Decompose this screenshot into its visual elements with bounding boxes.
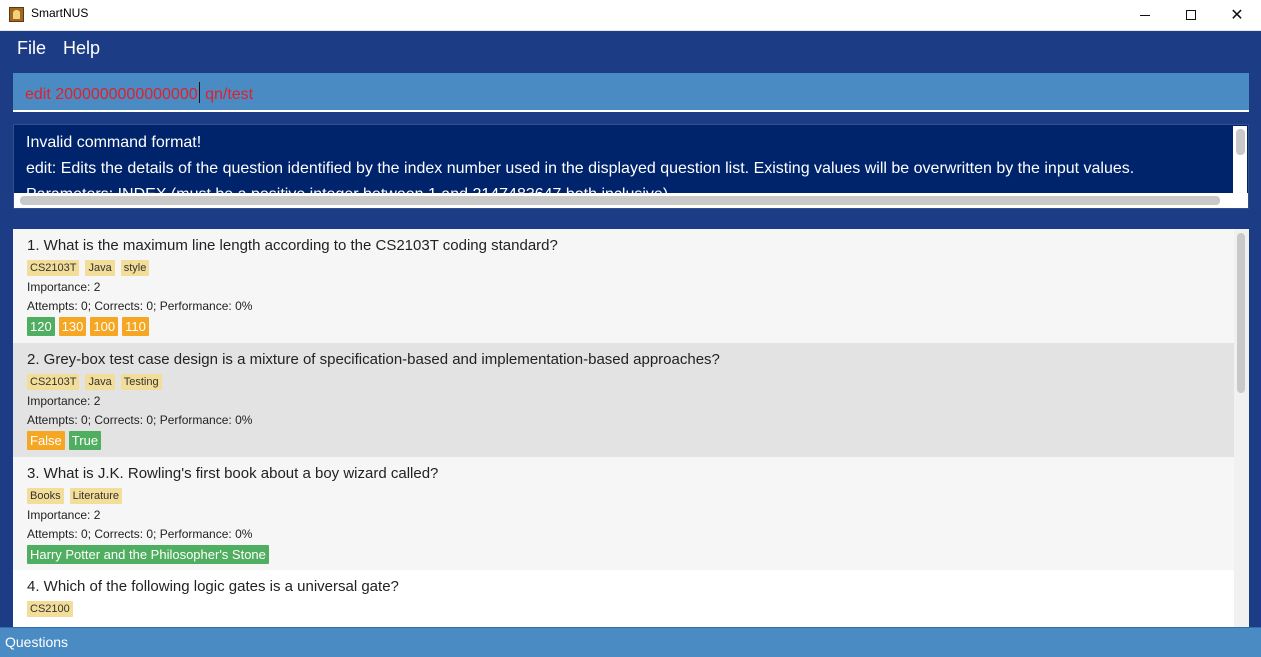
menu-help[interactable]: Help [63, 38, 100, 59]
answer-list: Harry Potter and the Philosopher's Stone [27, 545, 269, 564]
main-area: edit 2000000000000000 qn/test Invalid co… [0, 67, 1261, 627]
tag: Literature [69, 488, 123, 504]
tag: CS2103T [27, 260, 80, 276]
scrollbar-corner [1233, 193, 1248, 208]
close-button[interactable]: ✕ [1214, 0, 1260, 31]
tag-list: CS2103T Java Testing [27, 374, 162, 390]
status-label: Questions [5, 634, 69, 650]
command-text-after-caret: qn/test [200, 86, 254, 103]
question-card[interactable]: 4. Which of the following logic gates is… [13, 570, 1234, 627]
answer-wrong: 130 [58, 317, 87, 336]
result-line: Invalid command format! [26, 134, 202, 151]
tag: Java [85, 374, 115, 390]
question-card[interactable]: 3. What is J.K. Rowling's first book abo… [13, 457, 1234, 571]
status-bar: Questions [0, 627, 1261, 657]
menu-file[interactable]: File [17, 38, 46, 59]
tag: style [120, 260, 150, 276]
importance-label: Importance: 2 [27, 280, 101, 294]
tag: Books [27, 488, 64, 504]
command-input[interactable]: edit 2000000000000000 qn/test [13, 73, 1249, 112]
question-title: 3. What is J.K. Rowling's first book abo… [27, 465, 439, 482]
importance-label: Importance: 2 [27, 508, 101, 522]
answer-wrong: 110 [122, 317, 149, 336]
question-card[interactable]: 2. Grey-box test case design is a mixtur… [13, 343, 1234, 457]
result-vertical-scroll-thumb[interactable] [1236, 129, 1245, 155]
text-caret [198, 82, 200, 103]
tag: CS2103T [27, 374, 80, 390]
maximize-icon [1186, 10, 1196, 20]
minimize-icon [1140, 15, 1150, 16]
question-list: 1. What is the maximum line length accor… [13, 229, 1249, 627]
answer-wrong: False [27, 431, 65, 450]
app-icon [9, 7, 24, 22]
answer-list: 120 130 100 110 [27, 317, 149, 336]
window-titlebar: SmartNUS ✕ [0, 0, 1261, 31]
tag: Java [85, 260, 115, 276]
question-title: 1. What is the maximum line length accor… [27, 237, 558, 254]
answer-correct: Harry Potter and the Philosopher's Stone [27, 545, 269, 564]
result-line: edit: Edits the details of the question … [26, 160, 1135, 177]
tag-list: CS2100 [27, 601, 73, 617]
stats-label: Attempts: 0; Corrects: 0; Performance: 0… [27, 299, 253, 313]
question-list-scroll-thumb[interactable] [1237, 233, 1245, 393]
result-display: Invalid command format! edit: Edits the … [13, 124, 1249, 209]
tag-list: Books Literature [27, 488, 123, 504]
window-title: SmartNUS [31, 6, 89, 20]
answer-wrong: 100 [90, 317, 119, 336]
minimize-button[interactable] [1122, 0, 1168, 31]
tag-list: CS2103T Java style [27, 260, 150, 276]
command-text-before-caret: edit 2000000000000000 [25, 86, 198, 103]
maximize-button[interactable] [1168, 0, 1214, 31]
stats-label: Attempts: 0; Corrects: 0; Performance: 0… [27, 527, 253, 541]
question-card[interactable]: 1. What is the maximum line length accor… [13, 229, 1234, 343]
answer-correct: 120 [27, 317, 55, 336]
answer-correct: True [68, 431, 102, 450]
importance-label: Importance: 2 [27, 394, 101, 408]
command-text: edit 2000000000000000 qn/test [25, 82, 253, 104]
close-icon: ✕ [1230, 5, 1244, 24]
question-title: 2. Grey-box test case design is a mixtur… [27, 351, 720, 368]
question-title: 4. Which of the following logic gates is… [27, 578, 399, 595]
stats-label: Attempts: 0; Corrects: 0; Performance: 0… [27, 413, 253, 427]
menu-bar: File Help [0, 31, 1261, 67]
tag: Testing [120, 374, 162, 390]
answer-list: False True [27, 431, 102, 450]
result-horizontal-scroll-thumb[interactable] [20, 196, 1220, 205]
tag: CS2100 [27, 601, 73, 617]
